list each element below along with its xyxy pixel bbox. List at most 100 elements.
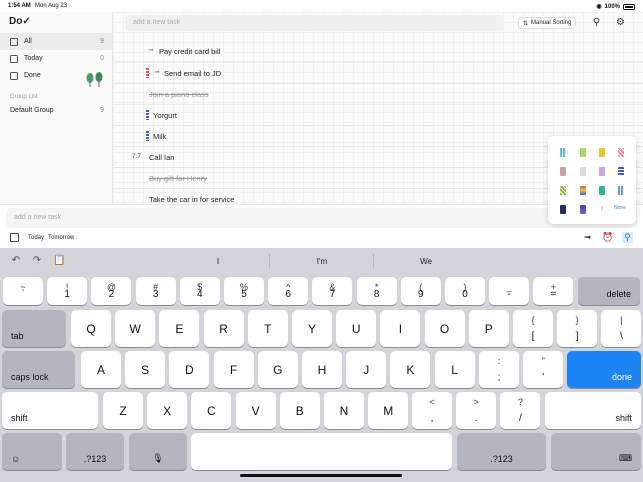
- key-=[interactable]: + =: [533, 277, 574, 305]
- key-`[interactable]: ~ `: [3, 277, 43, 305]
- key-n[interactable]: N: [324, 392, 364, 429]
- redo-icon[interactable]: ↷: [31, 255, 43, 267]
- dictation-key[interactable]: 🎙: [129, 433, 187, 470]
- delete-key[interactable]: delete: [578, 277, 640, 305]
- key-q[interactable]: Q: [71, 310, 111, 347]
- key-punct[interactable]: >.: [456, 392, 497, 429]
- key-c[interactable]: C: [191, 392, 232, 429]
- sidebar-item-today[interactable]: Today 0: [0, 50, 112, 67]
- key-punct[interactable]: ” ': [523, 351, 564, 388]
- numbers-right-key[interactable]: .?123: [457, 433, 546, 470]
- shift-right-key[interactable]: shift: [545, 392, 641, 429]
- key--[interactable]: _ -: [489, 277, 530, 305]
- task-row[interactable]: ➟ Pay credit card bill: [113, 41, 643, 62]
- key-6[interactable]: ^ 6: [268, 277, 309, 305]
- key-t[interactable]: T: [247, 310, 288, 347]
- search-icon[interactable]: ⚲: [591, 17, 602, 28]
- key-l[interactable]: L: [434, 351, 475, 388]
- key-p[interactable]: P: [468, 310, 509, 347]
- key-5[interactable]: % 5: [224, 277, 264, 305]
- key-punct[interactable]: <,: [412, 392, 452, 429]
- emoji-key[interactable]: ☺: [2, 433, 62, 470]
- key-a[interactable]: A: [81, 351, 121, 388]
- clipboard-icon[interactable]: 📋: [53, 255, 65, 267]
- pin-icon[interactable]: ➟: [582, 232, 593, 243]
- tag-swatch[interactable]: [560, 186, 566, 195]
- add-task-input[interactable]: add a new task: [6, 208, 637, 228]
- task-row[interactable]: ➟ Send email to JD: [113, 63, 643, 84]
- key-v[interactable]: V: [235, 392, 276, 429]
- key-z[interactable]: Z: [103, 392, 143, 429]
- tag-swatch[interactable]: [580, 205, 586, 214]
- suggestion-2[interactable]: I'm: [272, 248, 372, 274]
- key-0[interactable]: ) 0: [445, 277, 485, 305]
- key-punct[interactable]: :;: [479, 351, 519, 388]
- today-button[interactable]: Today: [28, 235, 44, 241]
- key-1[interactable]: ! 1: [47, 277, 88, 305]
- key-9[interactable]: (9: [400, 277, 441, 305]
- key-k[interactable]: K: [390, 351, 431, 388]
- key-o[interactable]: O: [424, 310, 465, 347]
- key-x[interactable]: X: [147, 392, 188, 429]
- group-item-default[interactable]: Default Group 9: [0, 103, 112, 117]
- calendar-icon[interactable]: [10, 233, 19, 242]
- key-b[interactable]: B: [279, 392, 320, 429]
- key-2[interactable]: @2: [91, 277, 132, 305]
- tag-swatch[interactable]: [599, 148, 605, 157]
- key-8[interactable]: * 8: [356, 277, 397, 305]
- key-r[interactable]: R: [203, 310, 244, 347]
- tag-swatch[interactable]: [560, 205, 566, 214]
- suggestion-1[interactable]: I: [168, 248, 268, 274]
- key-d[interactable]: D: [169, 351, 210, 388]
- key-j[interactable]: J: [346, 351, 387, 388]
- key-w[interactable]: W: [115, 310, 156, 347]
- gear-icon[interactable]: ⚙: [615, 17, 626, 28]
- key-3[interactable]: #3: [135, 277, 176, 305]
- key-f[interactable]: F: [213, 351, 254, 388]
- key-g[interactable]: G: [257, 351, 298, 388]
- key-y[interactable]: Y: [292, 310, 332, 347]
- manual-sorting-button[interactable]: ⇅ Manual Sorting: [518, 17, 577, 29]
- tag-swatch[interactable]: [580, 186, 586, 195]
- tag-icon[interactable]: ⚲: [622, 232, 633, 243]
- task-row[interactable]: Yorgurt: [113, 105, 643, 126]
- key-[[interactable]: {[: [513, 310, 553, 347]
- numbers-left-key[interactable]: .?123: [66, 433, 124, 470]
- key-\[interactable]: | \: [601, 310, 642, 347]
- suggestion-3[interactable]: We: [376, 248, 476, 274]
- hide-keyboard-key[interactable]: ⌨: [551, 433, 641, 470]
- tag-swatch[interactable]: [618, 148, 624, 157]
- tag-swatch[interactable]: [580, 148, 586, 157]
- key-s[interactable]: S: [125, 351, 166, 388]
- key-e[interactable]: E: [159, 310, 200, 347]
- tag-swatch[interactable]: [560, 148, 566, 157]
- key-][interactable]: }]: [557, 310, 598, 347]
- tag-swatch[interactable]: [599, 186, 605, 195]
- key-4[interactable]: $4: [179, 277, 220, 305]
- tomorrow-button[interactable]: Tomorrow: [48, 235, 74, 241]
- key-7[interactable]: & 7: [312, 277, 353, 305]
- tag-swatch[interactable]: [560, 167, 566, 176]
- alarm-icon[interactable]: ⏰: [602, 232, 613, 243]
- done-key[interactable]: done: [567, 351, 641, 388]
- undo-icon[interactable]: ↶: [10, 255, 22, 267]
- key-m[interactable]: M: [368, 392, 409, 429]
- tab-key[interactable]: tab: [2, 310, 66, 347]
- space-bar[interactable]: [191, 433, 452, 470]
- sidebar-item-all[interactable]: All 9: [0, 33, 112, 50]
- key-u[interactable]: U: [336, 310, 377, 347]
- shift-left-key[interactable]: shift: [2, 392, 98, 429]
- tag-swatch[interactable]: [599, 167, 605, 176]
- exclamation-tag-icon[interactable]: !: [599, 205, 605, 214]
- caps-lock-key[interactable]: caps lock: [2, 351, 75, 388]
- key-char: R: [219, 321, 228, 336]
- task-row[interactable]: Join a piano class: [113, 84, 643, 105]
- tag-swatch[interactable]: [618, 186, 624, 195]
- key-h[interactable]: H: [302, 351, 342, 388]
- tag-none-option[interactable]: None: [614, 205, 626, 211]
- key-i[interactable]: I: [380, 310, 421, 347]
- tag-swatch[interactable]: [618, 167, 624, 176]
- search-input[interactable]: add a new task: [125, 15, 503, 31]
- key-punct[interactable]: ? /: [500, 392, 541, 429]
- tag-swatch[interactable]: [580, 167, 586, 176]
